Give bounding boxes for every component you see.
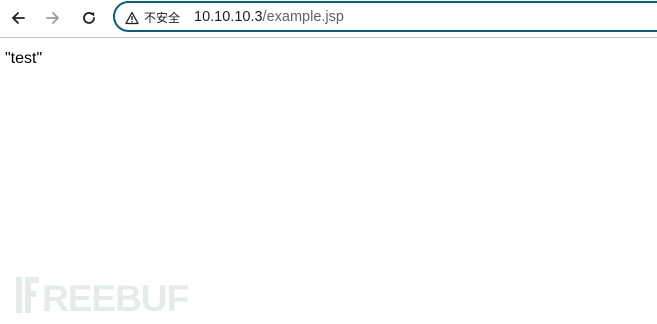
url-text[interactable]: 10.10.10.3/example.jsp (194, 8, 344, 27)
arrow-left-icon (12, 12, 25, 24)
page-content: "test" (5, 50, 42, 68)
address-bar[interactable]: 不安全 10.10.10.3/example.jsp (113, 1, 657, 32)
reload-button[interactable] (77, 6, 101, 30)
url-host: 10.10.10.3 (194, 9, 263, 25)
page-body-text: "test" (5, 50, 43, 67)
security-chip[interactable]: 不安全 (125, 8, 180, 27)
reload-icon (83, 12, 95, 24)
back-button[interactable] (6, 6, 30, 30)
warning-triangle-icon (125, 11, 139, 24)
freebuf-watermark-logo: REEBUF (16, 277, 190, 313)
url-path: /example.jsp (262, 9, 344, 25)
arrow-right-icon (46, 12, 59, 24)
svg-text:REEBUF: REEBUF (42, 278, 189, 313)
forward-button[interactable] (41, 6, 65, 30)
browser-toolbar: 不安全 10.10.10.3/example.jsp (0, 0, 657, 37)
security-label: 不安全 (144, 11, 181, 25)
toolbar-divider (0, 37, 657, 38)
